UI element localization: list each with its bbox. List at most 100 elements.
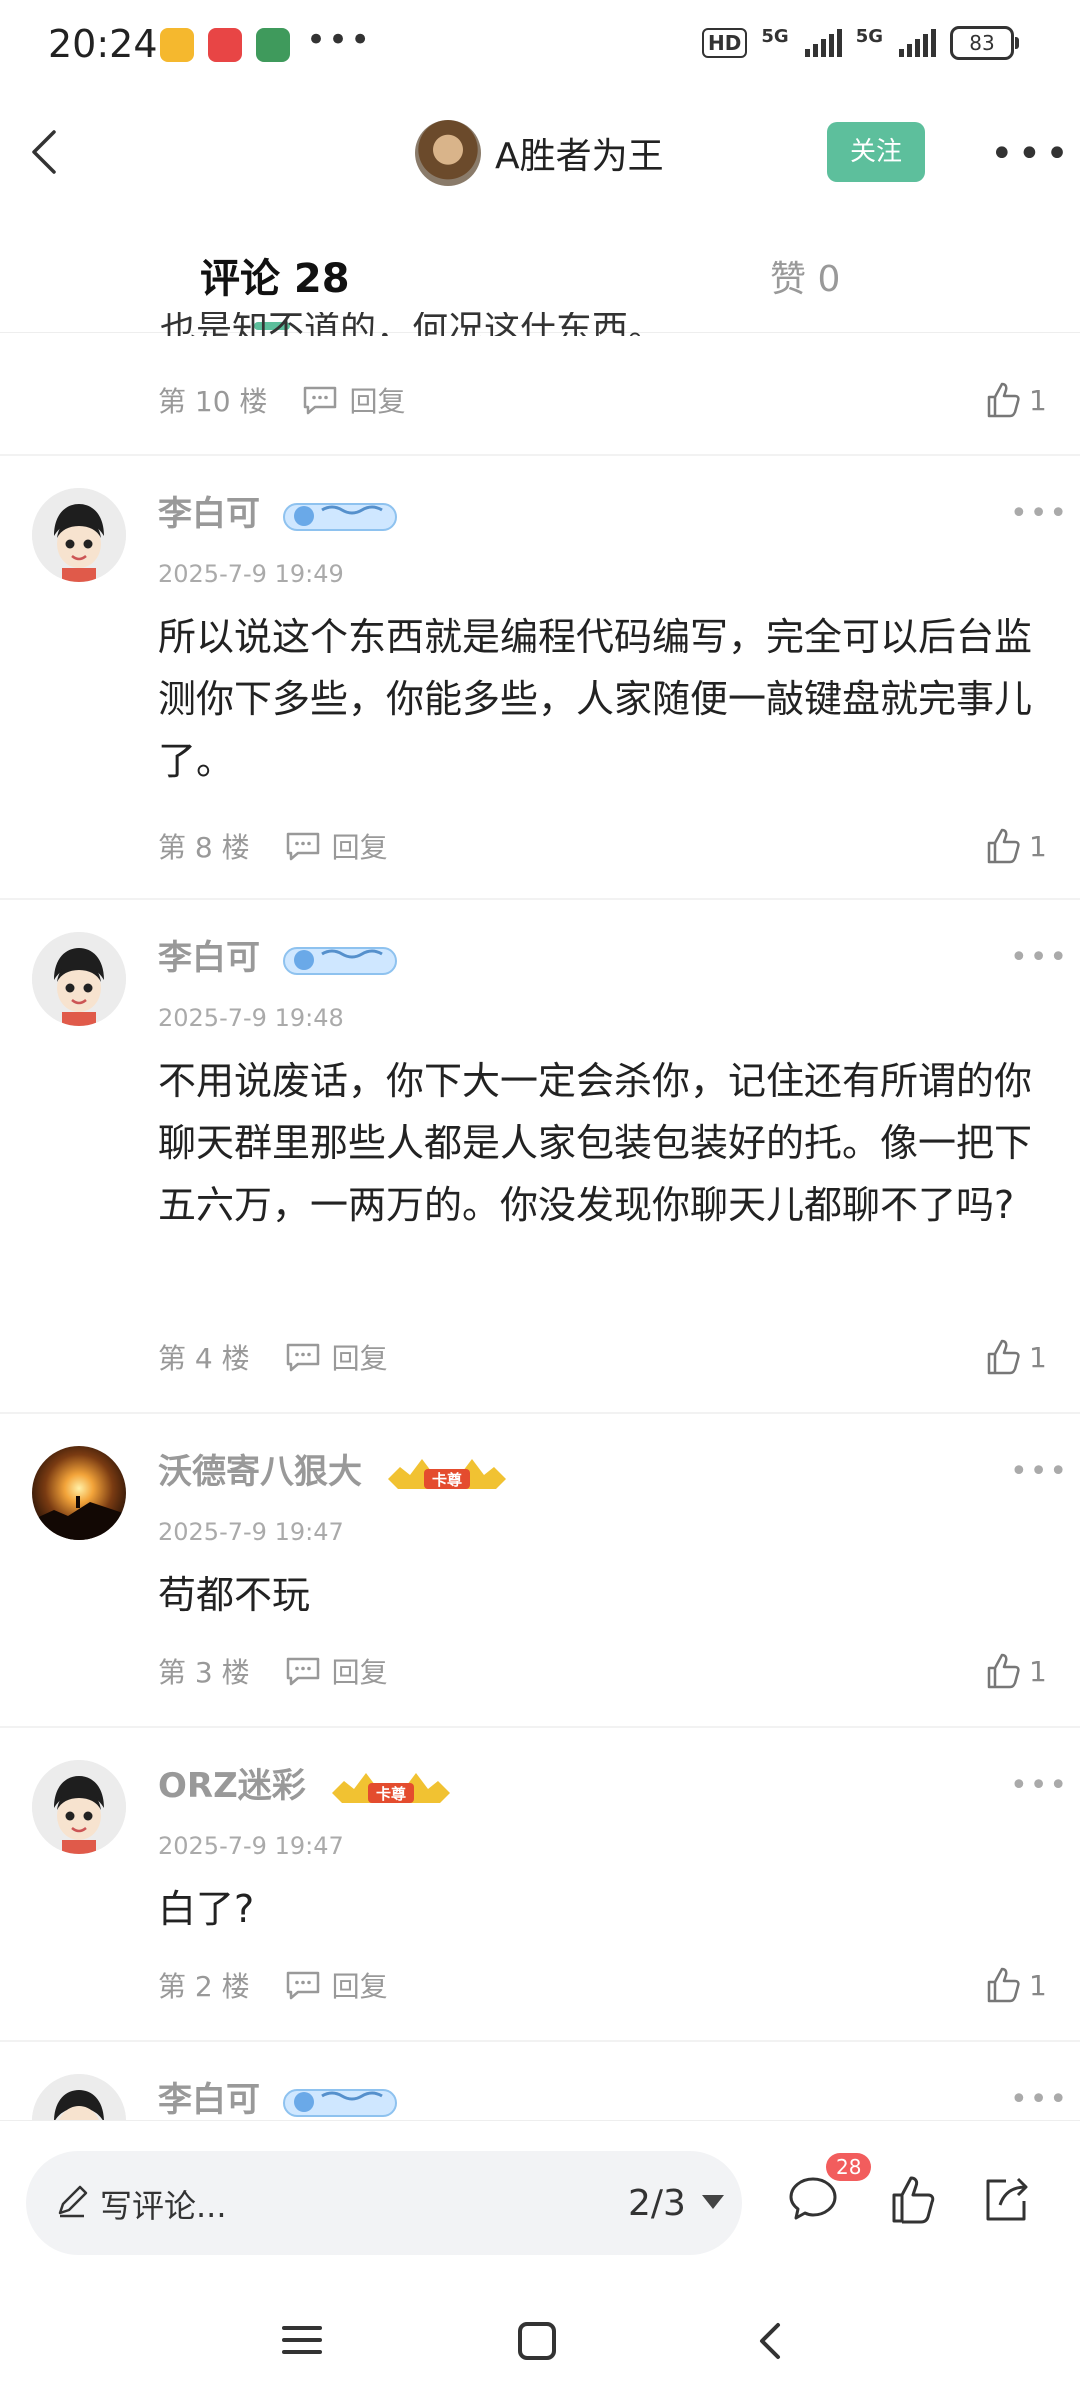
reply-button[interactable]: 回复 — [301, 380, 405, 420]
comment-time: 2025-7-9 19:47 — [158, 1832, 344, 1860]
app-notification-icon — [256, 28, 290, 62]
pen-icon — [58, 2185, 88, 2218]
reply-button[interactable]: 回复 — [284, 1651, 388, 1691]
thumb-icon — [987, 1967, 1020, 2003]
tab-comments[interactable]: 评论 28 — [200, 246, 350, 304]
post-author[interactable]: A胜者为王 — [415, 120, 664, 186]
more-icon[interactable]: ••• — [990, 134, 1073, 174]
home-icon[interactable] — [516, 2320, 558, 2362]
comment-text: 不用说废话，你下大一定会杀你，记住还有所谓的你聊天群里那些人都是人家包装包装好的… — [158, 1059, 1033, 1227]
comment-icon[interactable] — [786, 2173, 840, 2227]
author-name: ORZ迷彩 — [158, 1766, 306, 1806]
avatar[interactable] — [32, 1760, 126, 1854]
signal-icon — [899, 29, 936, 57]
like-button[interactable]: 1 — [983, 1332, 1047, 1382]
avatar[interactable] — [32, 1446, 126, 1540]
comment-item: 李白可 2025-7-9 19:49 ••• 所以说这个东西就是编程代码编写，完… — [0, 456, 1080, 896]
like-count: 1 — [1029, 1654, 1047, 1688]
comment-placeholder: 写评论... — [100, 2187, 227, 2225]
like-count: 1 — [1029, 383, 1047, 417]
comment-count-badge: 28 — [826, 2153, 872, 2181]
avatar[interactable] — [415, 120, 481, 186]
comment-text: 苟都不玩 — [158, 1573, 311, 1617]
back-icon[interactable] — [18, 122, 78, 182]
badge-icon: 卡尊 — [387, 1458, 506, 1489]
status-time: 20:24 — [48, 22, 158, 66]
svg-text:卡尊: 卡尊 — [376, 1785, 406, 1803]
comment-author[interactable]: 李白可 — [158, 2072, 398, 2120]
reply-label: 回复 — [331, 831, 388, 864]
comment-item: 李白可 ••• — [0, 2042, 1080, 2120]
avatar[interactable] — [32, 932, 126, 1026]
reply-button[interactable]: 回复 — [284, 1337, 388, 1377]
author-name: A胜者为王 — [495, 136, 664, 177]
comment-time: 2025-7-9 19:48 — [158, 1004, 344, 1032]
author-name: 李白可 — [158, 2080, 260, 2120]
reply-label: 回复 — [331, 1656, 388, 1689]
comment-text: 所以说这个东西就是编程代码编写，完全可以后台监测你下多些，你能多些，人家随便一敲… — [158, 615, 1033, 783]
floor-number: 第 4 楼 — [158, 1342, 250, 1375]
more-icon[interactable]: ••• — [1010, 1768, 1069, 1803]
like-count: 1 — [1029, 1968, 1047, 2002]
badge-icon — [282, 502, 397, 531]
like-count: 1 — [1029, 829, 1047, 863]
signal-icon — [804, 29, 842, 57]
comment-author[interactable]: ORZ迷彩 卡尊 — [158, 1758, 454, 1809]
comment-author[interactable]: 李白可 — [158, 486, 398, 535]
like-button[interactable]: 1 — [983, 375, 1047, 425]
reply-label: 回复 — [331, 1342, 388, 1375]
status-indicators: HD 5G 5G 83 — [702, 26, 1019, 60]
author-name: 沃德寄八狠大 — [158, 1452, 362, 1492]
thumb-icon — [987, 382, 1020, 418]
comment-item: 李白可 2025-7-9 19:48 ••• 不用说废话，你下大一定会杀你，记住… — [0, 900, 1080, 1412]
more-icon[interactable]: ••• — [1010, 940, 1069, 975]
comment-time: 2025-7-9 19:47 — [158, 1518, 344, 1546]
status-bar: 20:24 ••• HD 5G 5G 83 — [0, 0, 1080, 92]
app-notification-icon — [160, 28, 194, 62]
like-button[interactable]: 1 — [983, 821, 1047, 871]
reply-icon — [286, 1971, 319, 2000]
comment-author[interactable]: 沃德寄八狠大 卡尊 — [158, 1444, 510, 1495]
more-icon[interactable]: ••• — [1010, 2082, 1069, 2117]
thumb-icon — [987, 1339, 1020, 1375]
tab-likes[interactable]: 赞 0 — [770, 250, 840, 302]
app-notification-icon — [208, 28, 242, 62]
avatar[interactable] — [32, 2074, 126, 2120]
top-header: A胜者为王 关注 ••• — [0, 100, 1080, 210]
floor-number: 第 3 楼 — [158, 1656, 250, 1689]
reply-icon — [286, 832, 319, 861]
more-icon[interactable]: ••• — [1010, 1454, 1069, 1489]
like-button[interactable]: 1 — [983, 1646, 1047, 1696]
battery-icon: 83 — [950, 26, 1019, 60]
comment-item: ORZ迷彩 卡尊 2025-7-9 19:47 ••• 白了? 第 2 楼 回复… — [0, 1728, 1080, 2040]
comment-meta: 第 2 楼 回复 — [158, 1960, 388, 2010]
comment-meta: 第 8 楼 回复 — [158, 821, 388, 871]
bottom-action-bar: 写评论... 2/3 28 — [0, 2120, 1080, 2281]
hd-icon: HD — [702, 28, 748, 58]
svg-text:卡尊: 卡尊 — [432, 1471, 462, 1489]
follow-button[interactable]: 关注 — [827, 122, 925, 182]
reply-icon — [304, 386, 337, 415]
more-icon[interactable]: ••• — [1010, 496, 1069, 531]
floor-number: 第 10 楼 — [158, 385, 268, 418]
reply-button[interactable]: 回复 — [284, 1965, 388, 2005]
share-icon[interactable] — [978, 2173, 1032, 2227]
author-name: 李白可 — [158, 494, 260, 534]
menu-icon[interactable] — [280, 2320, 324, 2360]
back-icon[interactable] — [752, 2320, 788, 2362]
like-count: 1 — [1029, 1340, 1047, 1374]
comment-author[interactable]: 李白可 — [158, 930, 398, 979]
page-indicator[interactable]: 2/3 — [628, 2183, 686, 2224]
comment-text: 白了? — [158, 1887, 255, 1931]
like-button[interactable]: 1 — [983, 1960, 1047, 2010]
avatar[interactable] — [32, 488, 126, 582]
system-nav-bar — [0, 2280, 1080, 2400]
reply-button[interactable]: 回复 — [284, 826, 388, 866]
comment-item: 沃德寄八狠大 卡尊 2025-7-9 19:47 ••• 苟都不玩 第 3 楼 … — [0, 1414, 1080, 1726]
signal-label: 5G — [761, 26, 789, 47]
reply-label: 回复 — [331, 1970, 388, 2003]
comment-input[interactable]: 写评论... 2/3 — [26, 2151, 742, 2255]
chevron-down-icon[interactable] — [702, 2195, 724, 2209]
reply-label: 回复 — [349, 385, 406, 418]
thumb-icon[interactable] — [886, 2173, 940, 2227]
